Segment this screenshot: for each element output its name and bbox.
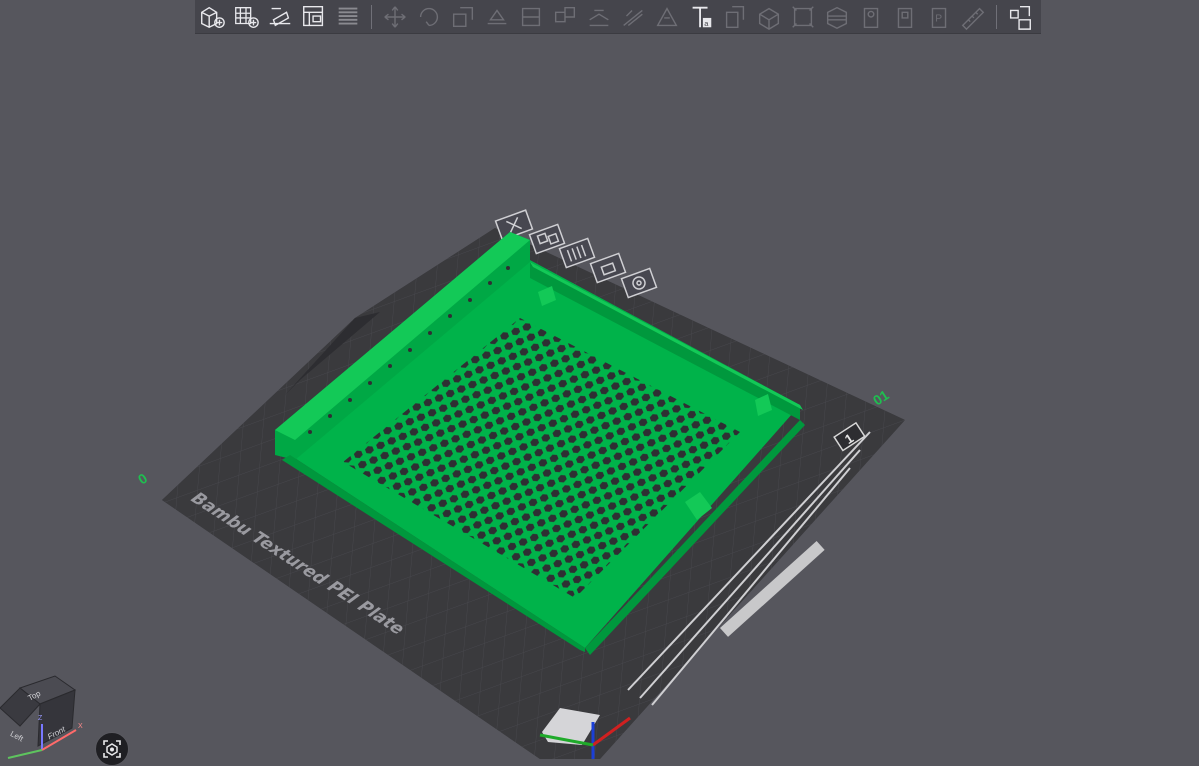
axis-z-label: Z — [38, 715, 43, 722]
camera-reset-icon — [103, 740, 121, 758]
3d-viewport[interactable]: Bambu Textured PEI Plate 0 01 1 — [0, 0, 1199, 759]
lock-plate-icon[interactable] — [589, 252, 627, 284]
view-cube-left-label[interactable]: Left — [9, 729, 26, 744]
plate-settings-icon[interactable] — [620, 267, 658, 299]
axis-x-label: X — [78, 723, 83, 730]
camera-reset-button[interactable] — [95, 732, 129, 766]
axis-mark-left: 0 — [135, 470, 150, 488]
view-cube[interactable]: Top Left Front Z X — [0, 668, 100, 759]
